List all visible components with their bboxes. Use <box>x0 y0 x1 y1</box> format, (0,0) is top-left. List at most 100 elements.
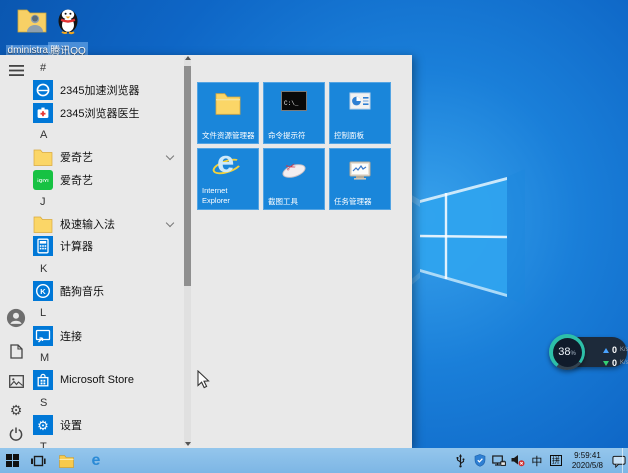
ime-language-indicator[interactable]: 中 <box>530 453 544 469</box>
start-button[interactable] <box>0 448 24 473</box>
tray-date: 2020/5/8 <box>572 461 603 471</box>
control-panel-icon <box>330 91 390 111</box>
tile-label: Internet Explorer <box>202 186 246 205</box>
app-item-calculator[interactable]: 计算器 <box>0 235 182 257</box>
upload-arrow-icon <box>603 348 609 353</box>
volume-muted-icon[interactable] <box>511 453 525 469</box>
section-header-s[interactable]: S <box>0 392 182 414</box>
tile-label: 截图工具 <box>268 197 322 206</box>
app-item-kugou-music[interactable]: K 酷狗音乐 <box>0 280 182 302</box>
app-item-label: 酷狗音乐 <box>60 283 104 299</box>
file-explorer-icon <box>198 91 258 115</box>
command-prompt-icon: C:\_ <box>264 91 324 111</box>
folder-item-iqiyi[interactable]: 爱奇艺 <box>0 146 182 168</box>
folder-icon <box>33 214 53 234</box>
chevron-down-icon <box>166 219 174 227</box>
scroll-down-arrow-icon[interactable] <box>185 442 191 446</box>
scroll-up-arrow-icon[interactable] <box>185 56 191 60</box>
browser-taskbar-button[interactable]: e <box>85 448 107 473</box>
calculator-icon <box>33 236 53 256</box>
app-list-scrollbar[interactable] <box>184 57 191 445</box>
app-item-label: 爱奇艺 <box>60 172 93 188</box>
tile-internet-explorer[interactable]: e Internet Explorer <box>197 148 259 210</box>
tile-label: 命令提示符 <box>268 131 322 140</box>
section-letter: # <box>40 62 46 74</box>
tile-command-prompt[interactable]: C:\_ 命令提示符 <box>263 82 325 144</box>
network-speed-widget[interactable]: 0 K/s 0 K/s 38% <box>549 334 628 370</box>
section-header-j[interactable]: J <box>0 191 182 213</box>
tile-label: 文件资源管理器 <box>202 131 256 140</box>
section-letter: L <box>40 307 46 319</box>
iqiyi-icon: iQIYI <box>33 170 53 190</box>
app-item-label: Microsoft Store <box>60 374 134 386</box>
section-letter: K <box>40 263 47 275</box>
security-shield-icon[interactable] <box>473 453 487 469</box>
section-header-m[interactable]: M <box>0 347 182 369</box>
app-item-label: 计算器 <box>60 238 93 254</box>
usage-percent: 38 <box>558 346 570 358</box>
desktop-icon-tencent-qq[interactable]: 腾讯QQ <box>37 5 99 59</box>
tile-control-panel[interactable]: 控制面板 <box>329 82 391 144</box>
svg-text:K: K <box>40 287 46 296</box>
app-item-label: 2345加速浏览器 <box>60 82 139 98</box>
microsoft-store-icon <box>33 370 53 390</box>
section-header-k[interactable]: K <box>0 258 182 280</box>
app-item-microsoft-store[interactable]: Microsoft Store <box>0 369 182 391</box>
taskbar: e 中 拼 9:59:41 2020/5/8 <box>0 448 628 473</box>
app-item-settings[interactable]: ⚙ 设置 <box>0 414 182 436</box>
section-header-a[interactable]: A <box>0 124 182 146</box>
app-item-2345-browser-doctor[interactable]: 2345浏览器医生 <box>0 102 182 124</box>
section-header-hash[interactable]: # <box>0 57 182 79</box>
upload-unit: K/s <box>620 347 628 353</box>
tile-snipping-tool[interactable]: ✂ 截图工具 <box>263 148 325 210</box>
usage-ring-inner: 38% <box>553 338 582 367</box>
app-item-label: 爱奇艺 <box>60 149 93 165</box>
taskbar-clock[interactable]: 9:59:41 2020/5/8 <box>572 451 603 470</box>
folder-item-jisu-ime[interactable]: 极速输入法 <box>0 213 182 235</box>
2345-doctor-icon <box>33 103 53 123</box>
edge-e-icon: e <box>92 453 101 469</box>
download-speed-row: 0 K/s <box>603 358 628 368</box>
chevron-down-icon <box>166 152 174 160</box>
scrollbar-thumb[interactable] <box>184 66 191 286</box>
start-menu: ⚙ # 2345加速浏览器 2345浏览器医生 A <box>0 55 412 448</box>
usage-percent-sign: % <box>570 351 575 357</box>
network-status-icon[interactable] <box>492 453 506 469</box>
section-letter: M <box>40 352 49 364</box>
ime-pinyin-label: 拼 <box>550 455 562 467</box>
task-manager-icon <box>330 160 390 182</box>
system-tray: 中 拼 9:59:41 2020/5/8 <box>454 448 626 473</box>
file-explorer-taskbar-button[interactable] <box>55 448 77 473</box>
app-item-connect[interactable]: 连接 <box>0 325 182 347</box>
settings-gear-icon: ⚙ <box>33 415 53 435</box>
task-view-icon <box>30 454 46 468</box>
mouse-cursor <box>197 370 210 389</box>
snipping-tool-icon: ✂ <box>264 159 324 183</box>
show-desktop-button[interactable] <box>622 448 626 473</box>
ime-chinese-label: 中 <box>531 453 542 469</box>
folder-icon <box>33 147 53 167</box>
section-letter: T <box>40 441 47 448</box>
2345-browser-icon <box>33 80 53 100</box>
ime-pinyin-indicator[interactable]: 拼 <box>549 453 563 469</box>
app-item-2345-browser[interactable]: 2345加速浏览器 <box>0 79 182 101</box>
download-unit: K/s <box>620 360 628 366</box>
section-header-t[interactable]: T <box>0 436 182 448</box>
download-arrow-icon <box>603 361 609 366</box>
usb-device-icon[interactable] <box>454 453 468 469</box>
folder-icon <box>58 454 75 468</box>
section-letter: A <box>40 129 47 141</box>
section-header-l[interactable]: L <box>0 302 182 324</box>
tile-label: 任务管理器 <box>334 197 388 206</box>
task-view-button[interactable] <box>27 448 49 473</box>
tile-task-manager[interactable]: 任务管理器 <box>329 148 391 210</box>
app-item-label: 连接 <box>60 328 82 344</box>
wallpaper-windows-logo <box>395 145 525 305</box>
tray-time: 9:59:41 <box>572 451 603 461</box>
app-item-label: 设置 <box>60 417 82 433</box>
upload-value: 0 <box>612 345 617 355</box>
tile-file-explorer[interactable]: 文件资源管理器 <box>197 82 259 144</box>
app-item-iqiyi[interactable]: iQIYI 爱奇艺 <box>0 169 182 191</box>
usage-ring[interactable]: 38% <box>549 334 585 370</box>
connect-icon <box>33 326 53 346</box>
